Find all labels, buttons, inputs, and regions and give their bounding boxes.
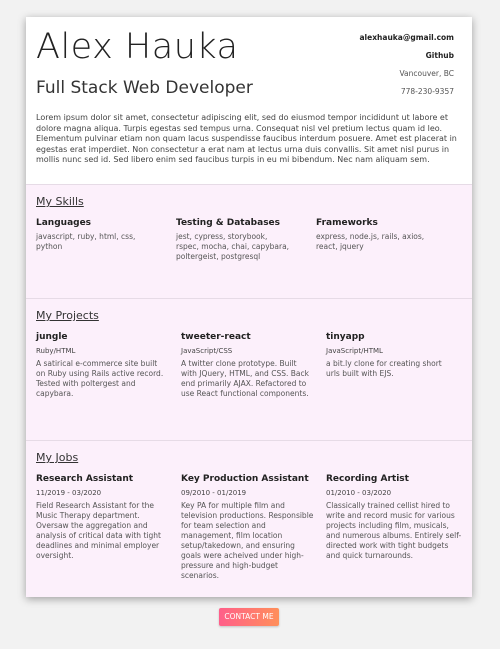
job-title-heading: Key Production Assistant [181, 474, 309, 484]
location-text: Vancouver, BC [399, 69, 454, 78]
intro-paragraph: Lorem ipsum dolor sit amet, consectetur … [36, 113, 457, 164]
skill-column: Frameworks express, node.js, rails, axio… [316, 217, 446, 252]
project-tech: JavaScript/HTML [326, 347, 383, 355]
skill-column-title: Frameworks [316, 218, 378, 228]
phone-text: 778-230-9357 [400, 87, 454, 96]
project-desc: A satirical e-commerce site built on Rub… [36, 359, 164, 398]
jobs-heading: My Jobs [36, 451, 79, 464]
skill-column-desc: jest, cypress, storybook, rspec, mocha, … [176, 232, 290, 261]
job-title-heading: Research Assistant [36, 474, 134, 484]
resume-header: Alex Hauka Full Stack Web Developer alex… [26, 17, 472, 184]
job-item: Recording Artist 01/2010 - 03/2020 Class… [326, 473, 462, 561]
contact-me-button[interactable]: CONTACT ME [219, 608, 279, 626]
resume-sheet: Alex Hauka Full Stack Web Developer alex… [26, 17, 472, 597]
projects-section: My Projects jungle Ruby/HTML A satirical… [26, 299, 472, 441]
job-dates: 09/2010 - 01/2019 [181, 489, 247, 497]
email-link[interactable]: alexhauka@gmail.com [360, 33, 455, 51]
project-item: tinyapp JavaScript/HTML a bit.ly clone f… [326, 331, 454, 379]
project-item: jungle Ruby/HTML A satirical e-commerce … [36, 331, 164, 399]
jobs-section: My Jobs Research Assistant 11/2019 - 03/… [26, 441, 472, 597]
project-item: tweeter-react JavaScript/CSS A twitter c… [181, 331, 309, 399]
skill-column: Languages javascript, ruby, html, css, p… [36, 217, 156, 252]
contact-info: alexhauka@gmail.com Github Vancouver, BC… [360, 33, 455, 105]
project-title: jungle [36, 332, 68, 342]
name-heading: Alex Hauka [36, 27, 239, 67]
project-tech: JavaScript/CSS [181, 347, 233, 355]
project-tech: Ruby/HTML [36, 347, 76, 355]
job-dates: 11/2019 - 03/2020 [36, 489, 102, 497]
job-desc: Field Research Assistant for the Music T… [36, 501, 161, 560]
job-desc: Classically trained cellist hired to wri… [326, 501, 462, 560]
skills-heading: My Skills [36, 195, 84, 208]
skill-column-title: Languages [36, 218, 92, 228]
projects-heading: My Projects [36, 309, 99, 322]
project-title: tweeter-react [181, 332, 251, 342]
skills-section: My Skills Languages javascript, ruby, ht… [26, 184, 472, 299]
job-title-heading: Recording Artist [326, 474, 409, 484]
project-desc: a bit.ly clone for creating short urls b… [326, 359, 442, 378]
project-desc: A twitter clone prototype. Built with JQ… [181, 359, 309, 398]
skill-column-desc: express, node.js, rails, axios, react, j… [316, 232, 425, 251]
job-desc: Key PA for multiple film and television … [181, 501, 314, 580]
skill-column-desc: javascript, ruby, html, css, python [36, 232, 136, 251]
job-dates: 01/2010 - 03/2020 [326, 489, 392, 497]
job-item: Research Assistant 11/2019 - 03/2020 Fie… [36, 473, 168, 561]
job-item: Key Production Assistant 09/2010 - 01/20… [181, 473, 316, 581]
skill-column: Testing & Databases jest, cypress, story… [176, 217, 291, 262]
project-title: tinyapp [326, 332, 365, 342]
job-title: Full Stack Web Developer [36, 78, 253, 98]
github-link[interactable]: Github [360, 51, 454, 69]
skill-column-title: Testing & Databases [176, 218, 281, 228]
